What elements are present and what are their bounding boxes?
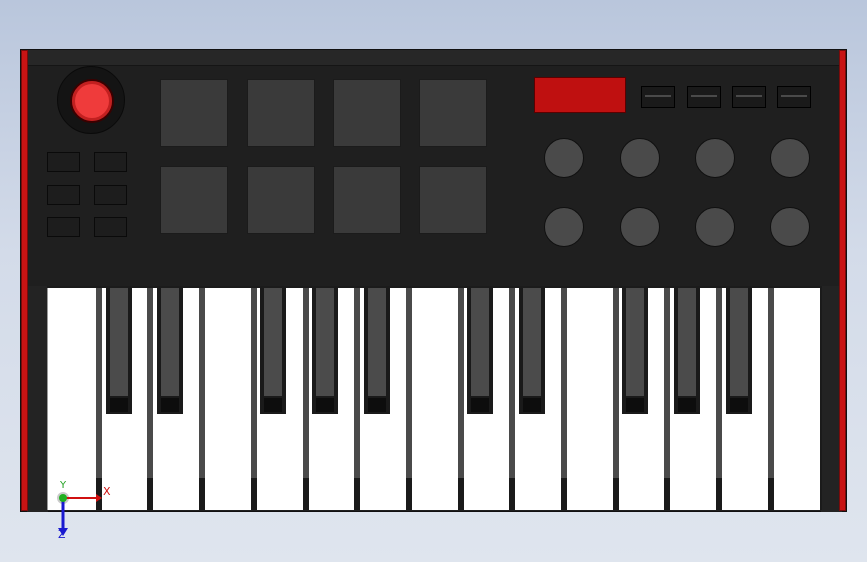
control-button-1 <box>47 152 80 172</box>
knob-2 <box>620 138 660 178</box>
key-separator <box>147 288 154 510</box>
display-button-4 <box>777 86 811 108</box>
drum-pad-8 <box>419 166 487 234</box>
keybed <box>47 286 822 510</box>
key-separator <box>561 288 567 510</box>
black-key <box>157 288 183 414</box>
right-red-rail <box>839 50 846 511</box>
white-key <box>770 288 820 510</box>
knob-5 <box>544 207 584 247</box>
key-separator <box>509 288 516 510</box>
key-separator <box>354 288 361 510</box>
axis-y-label: Y <box>60 480 67 491</box>
keybed-end-left <box>27 286 48 512</box>
knob-1 <box>544 138 584 178</box>
key-separator <box>664 288 671 510</box>
black-key <box>519 288 545 414</box>
white-key <box>202 288 252 510</box>
black-key <box>622 288 648 414</box>
control-button-6 <box>94 217 127 237</box>
drum-pad-3 <box>333 79 401 147</box>
knob-4 <box>770 138 810 178</box>
control-button-5 <box>47 217 80 237</box>
drum-pad-7 <box>333 166 401 234</box>
black-key <box>364 288 390 414</box>
axis-triad: X Y Z <box>48 478 118 548</box>
black-key <box>260 288 286 414</box>
display-button-2 <box>687 86 721 108</box>
white-key <box>47 288 96 510</box>
black-key <box>312 288 338 414</box>
knob-7 <box>695 207 735 247</box>
black-key <box>467 288 493 414</box>
key-separator <box>767 288 774 510</box>
axis-x-label: X <box>103 485 111 498</box>
key-separator <box>405 288 412 510</box>
axis-z-label: Z <box>58 528 66 541</box>
control-button-3 <box>47 185 80 205</box>
black-key <box>106 288 132 414</box>
knob-6 <box>620 207 660 247</box>
drum-pad-1 <box>160 79 228 147</box>
joystick-icon <box>70 79 114 123</box>
midi-keyboard-model <box>20 49 847 512</box>
drum-pad-5 <box>160 166 228 234</box>
white-key <box>408 288 458 510</box>
key-separator <box>250 288 257 510</box>
left-red-rail <box>21 50 28 511</box>
control-button-2 <box>94 152 127 172</box>
white-key <box>564 288 613 510</box>
top-strip <box>21 50 846 66</box>
joystick-housing <box>57 66 125 134</box>
drum-pad-2 <box>247 79 315 147</box>
black-key <box>726 288 752 414</box>
key-separator <box>457 288 464 510</box>
control-button-4 <box>94 185 127 205</box>
display-button-1 <box>641 86 675 108</box>
key-separator <box>302 288 309 510</box>
drum-pad-4 <box>419 79 487 147</box>
display-button-3 <box>732 86 766 108</box>
led-display <box>534 77 626 113</box>
key-separator <box>95 288 102 510</box>
drum-pad-6 <box>247 166 315 234</box>
knob-8 <box>770 207 810 247</box>
key-separator <box>199 288 206 510</box>
knob-3 <box>695 138 735 178</box>
key-separator <box>716 288 723 510</box>
black-key <box>674 288 700 414</box>
key-separator <box>612 288 619 510</box>
